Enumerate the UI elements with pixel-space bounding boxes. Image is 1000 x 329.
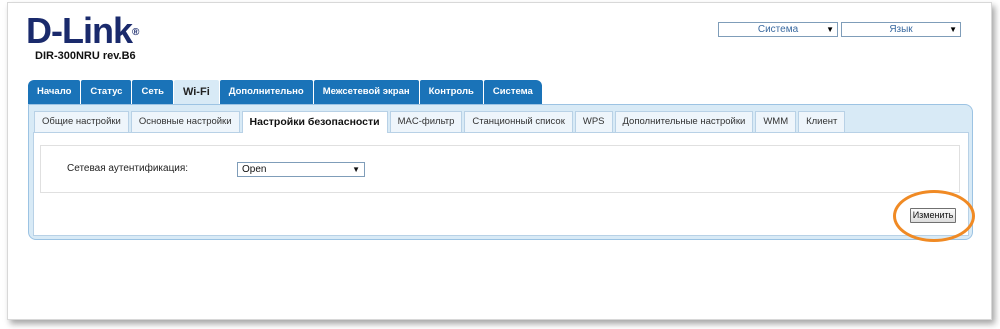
- highlight-circle: [893, 190, 975, 242]
- tab-control[interactable]: Контроль: [419, 80, 483, 104]
- dlink-logo: D-Link®: [26, 10, 139, 51]
- logo-text: D-Link: [26, 10, 133, 51]
- tab-advanced[interactable]: Дополнительно: [219, 80, 313, 104]
- dropdown-arrow-icon: ▼: [826, 25, 834, 34]
- registered-mark: ®: [132, 27, 139, 38]
- network-auth-select[interactable]: Open ▼: [237, 162, 365, 177]
- auth-label: Сетевая аутентификация:: [67, 163, 189, 174]
- tab-system[interactable]: Система: [483, 80, 542, 104]
- dropdown-arrow-icon: ▼: [352, 165, 360, 174]
- wifi-sub-tabs: Общие настройки Основные настройки Настр…: [34, 111, 847, 133]
- language-select[interactable]: Язык ▼: [841, 22, 961, 37]
- subtab-basic[interactable]: Основные настройки: [130, 111, 240, 132]
- tab-wifi[interactable]: Wi-Fi: [173, 80, 219, 104]
- subtab-mac-filter[interactable]: MAC-фильтр: [389, 111, 463, 132]
- subtab-general[interactable]: Общие настройки: [34, 111, 129, 132]
- subtab-additional[interactable]: Дополнительные настройки: [614, 111, 754, 132]
- subtab-wps[interactable]: WPS: [574, 111, 613, 132]
- language-label: Язык: [889, 24, 913, 35]
- auth-select-value: Open: [242, 164, 267, 175]
- subtab-client[interactable]: Клиент: [798, 111, 846, 132]
- tab-home[interactable]: Начало: [28, 80, 81, 104]
- subtab-wmm[interactable]: WMM: [755, 111, 797, 132]
- system-menu-label: Система: [757, 24, 799, 35]
- tab-network[interactable]: Сеть: [132, 80, 173, 104]
- subtab-security[interactable]: Настройки безопасности: [241, 111, 388, 133]
- subtab-station-list[interactable]: Станционный список: [464, 111, 573, 132]
- tab-firewall[interactable]: Межсетевой экран: [313, 80, 419, 104]
- device-model: DIR-300NRU rev.B6: [35, 50, 136, 62]
- dropdown-arrow-icon: ▼: [949, 25, 957, 34]
- system-menu-select[interactable]: Система ▼: [718, 22, 838, 37]
- main-nav-tabs: Начало Статус Сеть Wi-Fi Дополнительно М…: [28, 80, 543, 104]
- tab-status[interactable]: Статус: [81, 80, 132, 104]
